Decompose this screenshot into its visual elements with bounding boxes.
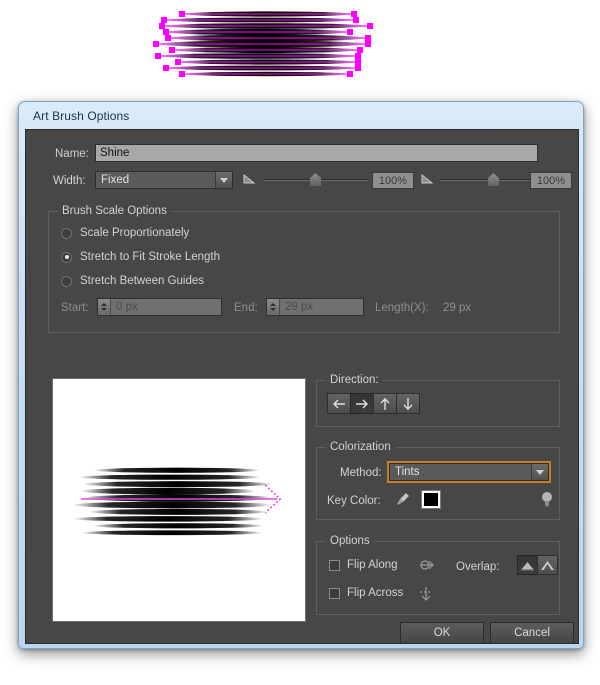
selection-paths [156,13,370,75]
length-label: Length(X): [375,302,429,314]
chevron-down-icon[interactable] [531,464,548,480]
ok-button[interactable]: OK [400,622,484,644]
width-label: Width: [53,175,86,187]
art-brush-options-dialog: Art Brush Options Name: Shine Width: Fix… [18,101,584,649]
direction-group: Direction: [316,374,560,427]
radio-indicator[interactable] [61,275,72,287]
brush-name-value: Shine [100,147,130,159]
width-slider-1[interactable] [264,171,369,189]
width-profile-icon-1[interactable] [242,172,258,188]
start-input[interactable]: 0 px [97,298,222,316]
radio-indicator[interactable] [61,227,72,239]
end-label: End: [234,302,258,314]
width-type-value: Fixed [101,174,130,186]
direction-button-row [327,393,420,414]
flip-across-checkbox[interactable]: Flip Across [329,587,403,599]
colorization-method-value: Tints [395,466,420,478]
radio-indicator[interactable] [61,251,72,263]
width-profile-icon-2[interactable] [420,172,436,188]
arrow-right-icon [356,399,368,408]
key-color-swatch[interactable] [421,490,441,509]
width-type-select[interactable]: Fixed [95,171,233,189]
radio-scale-proportionately[interactable]: Scale Proportionately [61,227,189,239]
brush-preview [52,378,306,622]
overlap-button-row [517,555,558,575]
end-stepper[interactable] [267,299,280,315]
eyedropper-icon[interactable] [395,491,411,507]
brush-name-input[interactable]: Shine [95,144,538,162]
arrow-down-icon [403,397,413,410]
name-label: Name: [55,148,89,160]
method-label: Method: [340,467,382,479]
radio-stretch-between-guides[interactable]: Stretch Between Guides [61,275,204,287]
start-stepper[interactable] [98,299,111,315]
direction-down-button[interactable] [396,393,420,414]
chevron-down-icon[interactable] [215,172,232,188]
width-percent-input-2[interactable]: 100% [530,172,572,189]
checkbox-indicator[interactable] [329,559,340,571]
overlap-flatten-icon [521,561,534,571]
direction-right-button[interactable] [350,393,374,414]
slider-knob[interactable] [310,173,321,186]
end-input[interactable]: 29 px [266,298,364,316]
brush-scale-options-group: Brush Scale Options Scale Proportionatel… [48,205,560,333]
dialog-titlebar[interactable]: Art Brush Options [25,102,577,129]
overlap-allow-icon [541,560,554,570]
direction-left-button[interactable] [327,393,351,414]
radio-stretch-to-fit-stroke-length[interactable]: Stretch to Fit Stroke Length [61,251,220,263]
flip-along-icon [420,560,434,570]
overlap-allow-button[interactable] [537,555,558,575]
overlap-label: Overlap: [456,561,500,573]
preview-strokes [72,467,274,536]
options-group: Options Flip Along Flip Across Overlap: [316,535,560,615]
dialog-body: Name: Shine Width: Fixed 100% 100% Brush… [25,129,579,644]
colorization-method-select[interactable]: Tints [387,461,551,483]
key-color-label: Key Color: [327,495,381,507]
overlap-flatten-button[interactable] [517,555,538,575]
length-value: 29 px [443,302,472,314]
canvas-artwork [148,4,376,82]
lightbulb-icon[interactable] [540,491,554,508]
options-legend: Options [326,535,374,547]
colorization-group: Colorization Method: Tints Key Color: [316,441,560,520]
end-value: 29 px [285,301,314,313]
checkbox-indicator[interactable] [329,587,340,599]
slider-knob[interactable] [488,173,499,186]
direction-legend: Direction: [326,374,383,386]
cancel-button[interactable]: Cancel [490,622,574,644]
direction-up-button[interactable] [373,393,397,414]
flip-along-checkbox[interactable]: Flip Along [329,559,398,571]
flip-across-icon [420,587,432,601]
start-label: Start: [61,302,89,314]
dialog-title: Art Brush Options [33,108,130,123]
start-value: 0 px [116,301,138,313]
brush-scale-legend: Brush Scale Options [58,205,171,217]
width-percent-input-1[interactable]: 100% [372,172,414,189]
arrow-up-icon [380,397,390,410]
colorization-legend: Colorization [326,441,395,453]
arrow-left-icon [333,399,345,408]
